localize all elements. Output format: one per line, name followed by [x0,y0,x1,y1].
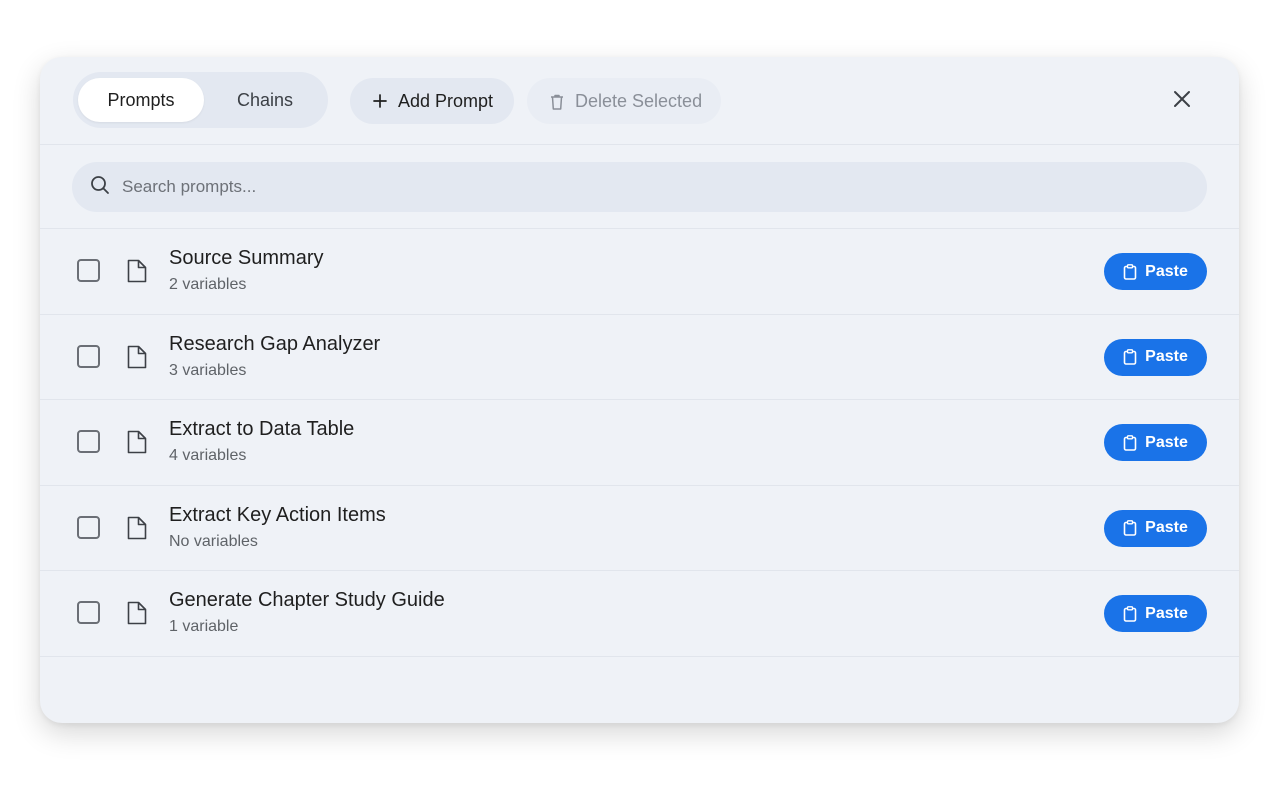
item-variable-count: No variables [169,532,258,550]
document-icon [126,600,148,626]
item-variable-count: 1 variable [169,618,239,636]
prompt-list: Source Summary 2 variables Paste Researc… [40,229,1239,657]
close-icon [1173,90,1191,113]
item-title: Extract Key Action Items [169,503,386,526]
item-checkbox[interactable] [77,344,100,368]
search-input[interactable] [122,177,1182,197]
clipboard-icon [1123,605,1137,622]
paste-button[interactable]: Paste [1104,509,1207,547]
clipboard-icon [1123,520,1137,537]
item-variable-count: 2 variables [169,276,247,293]
add-prompt-label: Add Prompt [398,90,494,111]
item-variable-count: 4 variables [169,447,247,465]
document-icon [126,344,148,370]
paste-button[interactable]: Paste [1104,253,1207,290]
paste-label: Paste [1145,519,1188,537]
item-checkbox[interactable] [77,601,100,625]
search-section [40,145,1239,229]
item-title: Source Summary [169,247,324,269]
item-title: Generate Chapter Study Guide [169,589,445,612]
paste-button[interactable]: Paste [1104,424,1207,462]
list-item[interactable]: Extract Key Action Items No variables Pa… [40,486,1239,572]
search-bar[interactable] [72,162,1207,212]
clipboard-icon [1123,263,1137,280]
toolbar: Prompts Chains Add Prompt Delete Selecte… [40,57,1239,145]
search-icon [90,175,110,200]
item-title: Extract to Data Table [169,418,355,441]
paste-button[interactable]: Paste [1104,595,1207,633]
clipboard-icon [1123,349,1137,365]
trash-icon [549,93,565,110]
document-icon [126,429,148,455]
close-button[interactable] [1168,87,1196,115]
prompt-library-dialog: Prompts Chains Add Prompt Delete Selecte… [40,57,1239,723]
add-prompt-button[interactable]: Add Prompt [350,78,514,124]
document-icon [126,258,148,284]
view-switcher: Prompts Chains [73,72,328,128]
delete-selected-label: Delete Selected [575,90,703,111]
item-checkbox[interactable] [77,430,100,454]
item-checkbox[interactable] [77,259,100,282]
list-item[interactable]: Generate Chapter Study Guide 1 variable … [40,571,1239,657]
item-title: Research Gap Analyzer [169,332,381,355]
paste-label: Paste [1145,262,1188,280]
item-checkbox[interactable] [77,515,100,539]
paste-button[interactable]: Paste [1104,338,1207,376]
tab-prompts[interactable]: Prompts [78,78,204,122]
plus-icon [372,93,388,109]
tab-chains[interactable]: Chains [207,78,323,122]
paste-label: Paste [1145,348,1188,366]
paste-label: Paste [1145,433,1188,451]
list-item[interactable]: Extract to Data Table 4 variables Paste [40,400,1239,486]
item-variable-count: 3 variables [169,361,247,379]
paste-label: Paste [1145,604,1188,622]
list-item[interactable]: Research Gap Analyzer 3 variables Paste [40,315,1239,401]
document-icon [126,515,148,541]
delete-selected-button[interactable]: Delete Selected [527,78,721,124]
clipboard-icon [1123,434,1137,451]
list-item[interactable]: Source Summary 2 variables Paste [40,229,1239,315]
